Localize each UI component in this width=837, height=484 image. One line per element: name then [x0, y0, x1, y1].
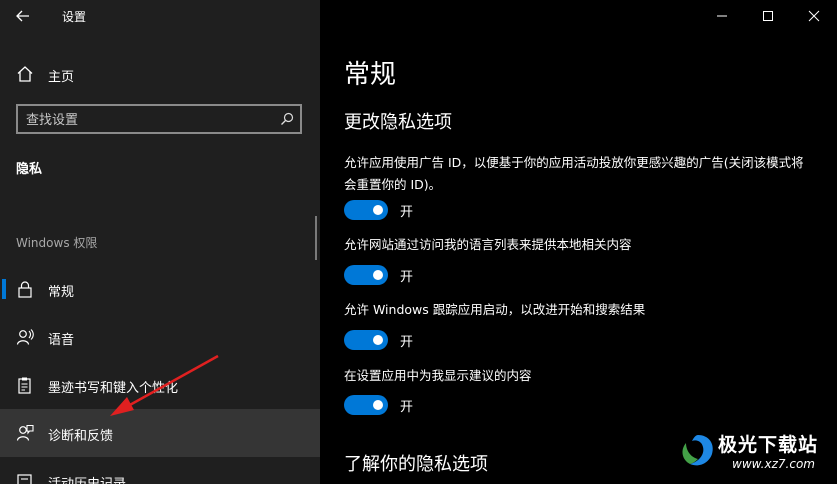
option-description: 允许网站通过访问我的语言列表来提供本地相关内容 — [344, 237, 632, 252]
toggle-state-label: 开 — [400, 334, 414, 350]
feedback-icon — [16, 424, 34, 441]
sidebar-item-activity-history[interactable]: 活动历史记录 — [0, 457, 320, 484]
toggle-knob — [373, 270, 383, 280]
search-icon[interactable] — [280, 112, 294, 126]
sidebar-item-diagnostics[interactable]: 诊断和反馈 — [0, 409, 320, 457]
back-arrow-icon — [16, 10, 29, 22]
option-toggle-row: 开 — [344, 329, 413, 351]
scrollbar[interactable] — [315, 216, 317, 260]
toggle-knob — [373, 205, 383, 215]
back-button[interactable] — [10, 4, 36, 28]
toggle-state-label: 开 — [400, 269, 414, 285]
option-description: 在设置应用中为我显示建议的内容 — [344, 368, 532, 383]
sidebar-item-label: 诊断和反馈 — [48, 429, 114, 444]
advertising-id-toggle[interactable] — [344, 200, 388, 220]
option-toggle-row: 开 — [344, 394, 413, 416]
app-title: 设置 — [62, 10, 87, 24]
home-nav-item[interactable]: 主页 — [0, 56, 320, 92]
lock-icon — [18, 281, 32, 298]
minimize-button[interactable] — [699, 0, 745, 32]
option-description: 允许 Windows 跟踪应用启动，以改进开始和搜索结果 — [344, 302, 646, 317]
speech-icon — [16, 329, 34, 345]
learn-privacy-heading: 了解你的隐私选项 — [344, 454, 488, 475]
sidebar-item-label: 活动历史记录 — [48, 473, 126, 484]
toggle-state-label: 开 — [400, 399, 414, 415]
app-launch-tracking-toggle[interactable] — [344, 330, 388, 350]
toggle-state-label: 开 — [400, 204, 414, 220]
minimize-icon — [717, 15, 727, 17]
maximize-button[interactable] — [745, 0, 791, 32]
watermark-logo-icon — [682, 435, 713, 466]
clipboard-icon — [18, 377, 31, 394]
group-label: Windows 权限 — [16, 236, 98, 250]
close-icon — [808, 10, 820, 22]
option-toggle-row: 开 — [344, 199, 413, 221]
watermark: 极光下载站 www.xz7.com — [676, 426, 836, 482]
home-label: 主页 — [48, 70, 75, 85]
window-controls — [699, 0, 837, 32]
toggle-knob — [373, 335, 383, 345]
section-heading: 隐私 — [16, 162, 43, 177]
close-button[interactable] — [791, 0, 837, 32]
search-box[interactable] — [16, 104, 302, 134]
watermark-name: 极光下载站 — [718, 434, 819, 456]
history-icon — [17, 474, 32, 484]
language-list-toggle[interactable] — [344, 265, 388, 285]
selection-indicator — [2, 279, 6, 299]
option-toggle-row: 开 — [344, 264, 413, 286]
search-input[interactable] — [26, 111, 266, 129]
sidebar-item-label: 语音 — [48, 333, 75, 348]
section-subtitle: 更改隐私选项 — [344, 112, 452, 133]
sidebar-item-label: 常规 — [48, 285, 75, 300]
sidebar-item-speech[interactable]: 语音 — [0, 313, 320, 361]
maximize-icon — [763, 11, 773, 21]
content-pane: 常规 更改隐私选项 允许应用使用广告 ID，以便基于你的应用活动投放你更感兴趣的… — [320, 0, 837, 484]
sidebar: 设置 主页 隐私 Windows 权限 常规 语音 — [0, 0, 320, 484]
sidebar-item-general[interactable]: 常规 — [0, 265, 320, 313]
sidebar-item-label: 墨迹书写和键入个性化 — [48, 381, 179, 396]
title-bar: 设置 — [0, 0, 320, 32]
home-icon — [17, 66, 33, 82]
suggested-content-toggle[interactable] — [344, 395, 388, 415]
option-description: 允许应用使用广告 ID，以便基于你的应用活动投放你更感兴趣的广告(关闭该模式将会… — [344, 155, 804, 192]
sidebar-item-inking[interactable]: 墨迹书写和键入个性化 — [0, 361, 320, 409]
toggle-knob — [373, 400, 383, 410]
page-title: 常规 — [344, 60, 397, 90]
watermark-url: www.xz7.com — [732, 457, 815, 471]
